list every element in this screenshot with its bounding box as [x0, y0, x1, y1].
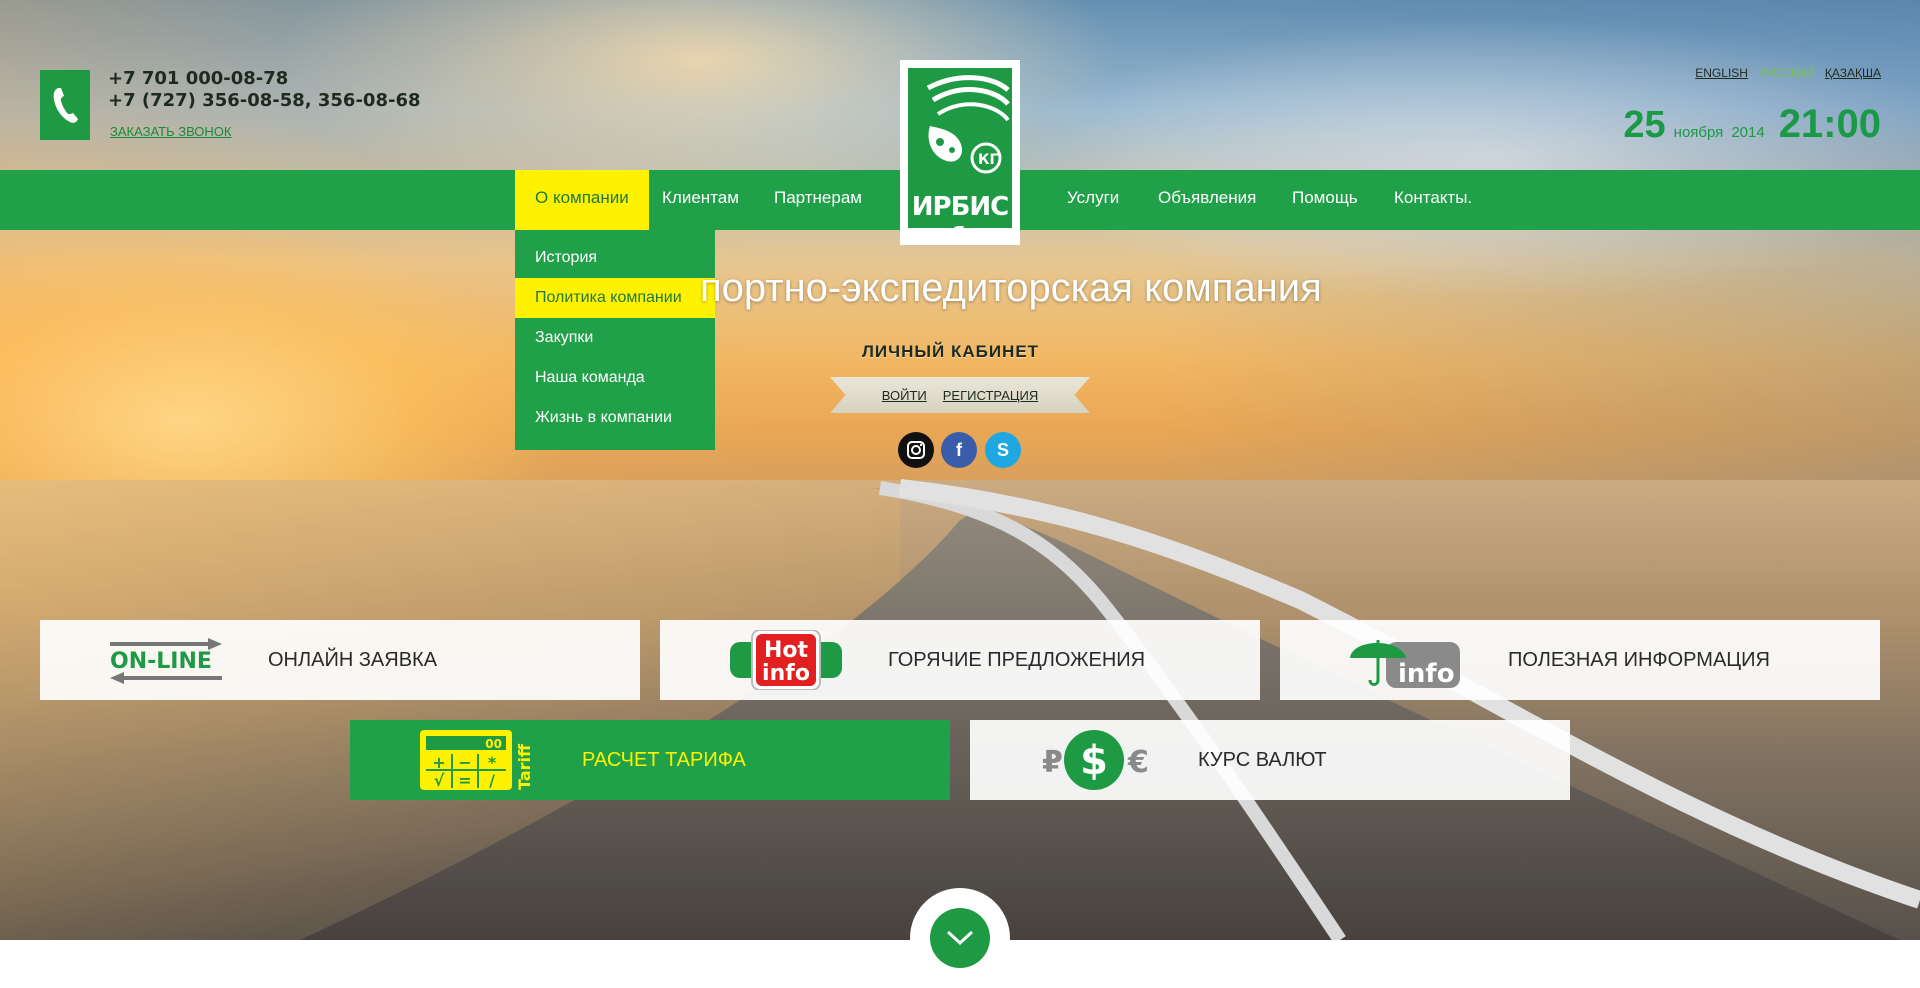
- language-switcher: ENGLISH РУССКИЙ ҚАЗАҚША: [1695, 66, 1881, 80]
- tile-online-label: ОНЛАЙН ЗАЯВКА: [268, 649, 438, 671]
- phone-primary: +7 701 000-08-78: [108, 68, 289, 89]
- callback-link[interactable]: ЗАКАЗАТЬ ЗВОНОК: [110, 124, 232, 139]
- calc-key-divide: /: [489, 771, 495, 790]
- phone-secondary: +7 (727) 356-08-58, 356-08-68: [108, 90, 421, 111]
- dropdown-item-team[interactable]: Наша команда: [515, 358, 715, 398]
- calc-key-plus: +: [432, 753, 445, 772]
- date-day: 25: [1623, 104, 1666, 146]
- dropdown-item-policy[interactable]: Политика компании: [515, 278, 715, 318]
- tile-hot-offers[interactable]: Hot info ГОРЯЧИЕ ПРЕДЛОЖЕНИЯ: [660, 620, 1260, 700]
- dollar-symbol: $: [1080, 738, 1108, 784]
- nav-item-contacts[interactable]: Контакты.: [1374, 170, 1492, 230]
- nav-item-announcements[interactable]: Объявления: [1138, 170, 1276, 230]
- lang-kazakh[interactable]: ҚАЗАҚША: [1825, 66, 1881, 80]
- hot-icon-text: Hot: [764, 638, 809, 663]
- tariff-icon-text: Tariff: [515, 743, 532, 790]
- calc-key-sqrt: √: [434, 771, 445, 790]
- nav-item-clients[interactable]: Клиентам: [642, 170, 759, 230]
- calc-key-equals: =: [458, 771, 471, 790]
- scroll-down-button[interactable]: [910, 888, 1010, 988]
- chevron-down-icon: [946, 930, 974, 946]
- tile-tariff-calculator[interactable]: 00 + − * √ = / Tariff РАСЧЕТ ТАРИФА: [350, 720, 950, 800]
- dropdown-item-purchases[interactable]: Закупки: [515, 318, 715, 358]
- company-dropdown: История Политика компании Закупки Наша к…: [515, 230, 715, 450]
- dropdown-item-history[interactable]: История: [515, 238, 715, 278]
- umbrella-info-icon: info: [1350, 640, 1460, 689]
- skype-icon[interactable]: S: [985, 432, 1021, 468]
- online-arrows-icon: ON-LINE: [110, 638, 222, 684]
- nav-item-services[interactable]: Услуги: [1047, 170, 1139, 230]
- nav-item-partners[interactable]: Партнерам: [754, 170, 882, 230]
- euro-symbol: €: [1127, 745, 1149, 780]
- clock-time: 21:00: [1778, 102, 1881, 146]
- tile-online-request[interactable]: ON-LINE ОНЛАЙН ЗАЯВКА: [40, 620, 640, 700]
- date-year: 2014: [1731, 124, 1765, 141]
- currency-icon: ₽ $ €: [1042, 730, 1149, 790]
- nav-item-company[interactable]: О компании: [515, 170, 649, 230]
- calc-key-multiply: *: [488, 753, 497, 772]
- login-link[interactable]: ВОЙТИ: [882, 388, 927, 403]
- tile-currency-rates[interactable]: ₽ $ € КУРС ВАЛЮТ: [970, 720, 1570, 800]
- lang-english[interactable]: ENGLISH: [1695, 66, 1748, 80]
- info-tile-icon-text: info: [1398, 659, 1455, 689]
- instagram-icon[interactable]: [898, 432, 934, 468]
- cabinet-ribbon: ВОЙТИ РЕГИСТРАЦИЯ: [830, 377, 1090, 413]
- tile-useful-info[interactable]: info ПОЛЕЗНАЯ ИНФОРМАЦИЯ: [1280, 620, 1880, 700]
- date-time: 25 ноября 2014 21:00: [1623, 102, 1881, 147]
- cabinet-title: ЛИЧНЫЙ КАБИНЕТ: [862, 342, 1040, 361]
- hot-info-icon: Hot info: [730, 630, 842, 690]
- calculator-display: 00: [485, 737, 502, 751]
- tile-currency-label: КУРС ВАЛЮТ: [1198, 749, 1327, 771]
- tile-hot-label: ГОРЯЧИЕ ПРЕДЛОЖЕНИЯ: [888, 649, 1146, 671]
- register-link[interactable]: РЕГИСТРАЦИЯ: [943, 388, 1038, 403]
- logo-text: ИРБИС 1: [911, 192, 1009, 252]
- ruble-symbol: ₽: [1042, 745, 1063, 780]
- calculator-icon: 00 + − * √ = / Tariff: [420, 730, 532, 790]
- tile-info-label: ПОЛЕЗНАЯ ИНФОРМАЦИЯ: [1508, 649, 1770, 671]
- tile-tariff-label: РАСЧЕТ ТАРИФА: [582, 749, 746, 771]
- leopard-icon: КГ: [926, 75, 1010, 174]
- info-icon-text: info: [762, 661, 810, 686]
- facebook-icon[interactable]: f: [941, 432, 977, 468]
- online-icon-text: ON-LINE: [110, 649, 212, 674]
- nav-item-help[interactable]: Помощь: [1272, 170, 1378, 230]
- dropdown-item-company-life[interactable]: Жизнь в компании: [515, 398, 715, 438]
- logo-badge: КГ: [978, 152, 998, 168]
- hero-title: портно-экспедиторская компания: [700, 266, 1322, 310]
- logo[interactable]: КГ ИРБИС 1: [900, 60, 1020, 252]
- calc-key-minus: −: [458, 753, 471, 772]
- lang-russian[interactable]: РУССКИЙ: [1758, 66, 1815, 80]
- date-month: ноября: [1673, 124, 1724, 141]
- phone-icon: [53, 88, 78, 123]
- phone-icon-box: [40, 70, 90, 140]
